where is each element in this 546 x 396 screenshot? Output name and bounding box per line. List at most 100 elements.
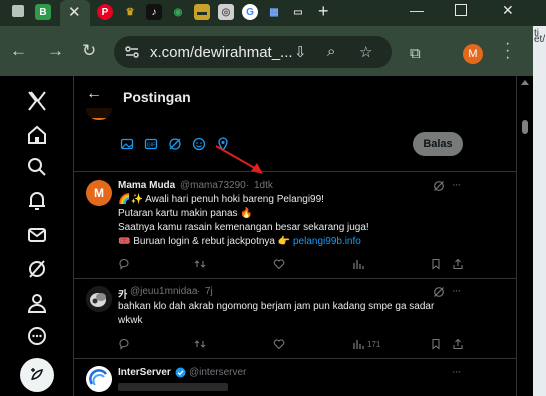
new-tab-icon[interactable]: + bbox=[318, 1, 329, 22]
window-close-icon[interactable]: ✕ bbox=[502, 2, 514, 19]
reply-icon[interactable] bbox=[118, 257, 130, 271]
grok-compose-icon[interactable] bbox=[168, 137, 182, 151]
reply-button[interactable]: Balas bbox=[413, 132, 463, 156]
post-text-line: Putaran kartu makin panas 🔥 bbox=[118, 208, 253, 219]
browser-menu-icon[interactable]: · · · bbox=[505, 36, 510, 66]
post-link[interactable]: pelangi99b.info bbox=[293, 236, 361, 247]
x-sidebar bbox=[0, 76, 73, 396]
views-icon[interactable]: 171 bbox=[352, 337, 380, 351]
location-icon[interactable] bbox=[216, 137, 230, 151]
maximize-icon[interactable] bbox=[455, 4, 467, 16]
author-name[interactable]: InterServer bbox=[118, 367, 171, 378]
maps-pin-icon[interactable]: ◉ bbox=[170, 4, 186, 20]
tiktok-icon[interactable]: ♪ bbox=[146, 4, 162, 20]
profile-avatar[interactable]: M bbox=[463, 44, 483, 64]
tab-extra-icon[interactable]: ▭ bbox=[290, 4, 306, 20]
browser-toolbar: ← → ↻ x.com/dewirahmat_... ⇩ ⌕ ☆ ⧉ M · · · bbox=[0, 26, 546, 76]
svg-text:GIF: GIF bbox=[147, 143, 155, 149]
more-icon[interactable]: ··· bbox=[452, 366, 461, 378]
more-options-icon[interactable] bbox=[26, 325, 48, 347]
like-icon[interactable] bbox=[273, 257, 285, 271]
install-icon[interactable]: ⇩ bbox=[294, 43, 307, 61]
more-icon[interactable]: ··· bbox=[452, 285, 461, 297]
url-text[interactable]: x.com/dewirahmat_... bbox=[150, 44, 293, 61]
repost-icon[interactable] bbox=[194, 257, 206, 271]
explore-icon[interactable] bbox=[26, 156, 48, 178]
store-icon[interactable]: ▦ bbox=[266, 4, 282, 20]
like-icon[interactable] bbox=[273, 337, 285, 351]
crest-icon[interactable]: ♛ bbox=[122, 4, 138, 20]
interserver-logo bbox=[87, 367, 111, 391]
b-letter-icon[interactable]: B bbox=[35, 4, 51, 20]
post-actions bbox=[118, 257, 512, 271]
repost-icon[interactable] bbox=[194, 337, 206, 351]
address-bar[interactable]: x.com/dewirahmat_... ⇩ ⌕ ☆ bbox=[114, 36, 392, 68]
post-text-line: 🌈✨ Awali hari penuh hoki bareng Pelangi9… bbox=[118, 194, 324, 205]
post-thread-column: GIF Balas ← Postingan M Mama Muda @mama7… bbox=[73, 76, 517, 396]
back-icon[interactable]: ← bbox=[10, 41, 27, 61]
share-icon[interactable] bbox=[452, 257, 464, 271]
post-text-line: Saatnya kamu rasain kemenangan besar sek… bbox=[118, 222, 369, 233]
bookmark-icon[interactable] bbox=[430, 337, 442, 351]
browser-tab-strip: B ✕ P ♛ ♪ ◉ ▬ ◎ G ▦ ▭ + — ✕ bbox=[0, 0, 546, 26]
post-text-fragment: 🎟️ Buruan login & rebut jackpotnya 👉 bbox=[118, 236, 291, 247]
tab-search-icon[interactable] bbox=[12, 5, 24, 17]
pinterest-icon[interactable]: P bbox=[97, 4, 113, 20]
post-text-line: wkwk bbox=[118, 315, 143, 326]
author-handle[interactable]: @mama73290 bbox=[180, 180, 246, 191]
author-name[interactable]: 카 bbox=[118, 286, 127, 301]
x-logo-icon[interactable] bbox=[26, 90, 48, 112]
avatar[interactable] bbox=[86, 366, 112, 392]
verified-badge-icon bbox=[175, 367, 186, 378]
google-icon[interactable]: G bbox=[242, 4, 258, 20]
compose-post-button[interactable] bbox=[20, 358, 54, 392]
meta-separator: · bbox=[197, 286, 201, 297]
emoji-icon[interactable] bbox=[192, 137, 206, 151]
profile-icon[interactable] bbox=[26, 292, 48, 314]
post-text-line: bahkan klo dah akrab ngomong berjam jam … bbox=[118, 301, 435, 312]
settings-app-icon[interactable]: ◎ bbox=[218, 4, 234, 20]
views-icon[interactable] bbox=[352, 257, 364, 271]
divider bbox=[74, 358, 516, 359]
more-icon[interactable]: ··· bbox=[452, 179, 461, 191]
forward-icon[interactable]: → bbox=[47, 41, 64, 61]
scroll-up-icon[interactable] bbox=[521, 80, 529, 85]
grok-explain-icon[interactable] bbox=[433, 180, 445, 192]
page-scrollbar[interactable] bbox=[517, 76, 533, 396]
grok-icon[interactable] bbox=[26, 258, 48, 280]
messages-icon[interactable] bbox=[26, 224, 48, 246]
avatar[interactable] bbox=[86, 286, 112, 312]
share-icon[interactable] bbox=[452, 337, 464, 351]
media-icon[interactable] bbox=[120, 137, 134, 151]
minimize-icon[interactable]: — bbox=[410, 2, 424, 18]
notifications-icon[interactable] bbox=[26, 190, 48, 212]
reply-icon[interactable] bbox=[118, 337, 130, 351]
bookmark-icon[interactable] bbox=[430, 257, 442, 271]
zoom-icon[interactable]: ⌕ bbox=[327, 43, 335, 60]
page-title: Postingan bbox=[123, 89, 191, 105]
bookmark-star-icon[interactable]: ☆ bbox=[359, 43, 372, 61]
back-arrow-icon[interactable]: ← bbox=[86, 85, 102, 103]
reload-icon[interactable]: ↻ bbox=[82, 41, 96, 61]
site-info-icon[interactable] bbox=[124, 44, 140, 60]
avatar[interactable]: M bbox=[86, 180, 112, 206]
gif-icon[interactable]: GIF bbox=[144, 137, 158, 151]
avatar-photo bbox=[86, 286, 112, 312]
home-icon[interactable] bbox=[26, 124, 48, 146]
post-time[interactable]: 7j bbox=[205, 286, 213, 297]
close-tab-icon[interactable]: ✕ bbox=[68, 3, 81, 21]
views-count: 171 bbox=[367, 339, 381, 349]
author-handle[interactable]: @interserver bbox=[189, 367, 246, 378]
folder-icon[interactable]: ▬ bbox=[194, 4, 210, 20]
extensions-icon[interactable]: ⧉ bbox=[410, 45, 421, 62]
author-handle[interactable]: @jeuu1mnidaa bbox=[130, 286, 197, 297]
scrollbar-thumb[interactable] bbox=[522, 120, 528, 134]
post-text-cutoff bbox=[118, 383, 228, 391]
post-time[interactable]: 1dtk bbox=[254, 180, 273, 191]
grok-explain-icon[interactable] bbox=[433, 286, 445, 298]
post-header: ← Postingan bbox=[74, 76, 516, 118]
divider bbox=[74, 171, 516, 172]
divider bbox=[74, 278, 516, 279]
author-name[interactable]: Mama Muda bbox=[118, 180, 175, 191]
post-actions: 171 bbox=[118, 337, 512, 351]
